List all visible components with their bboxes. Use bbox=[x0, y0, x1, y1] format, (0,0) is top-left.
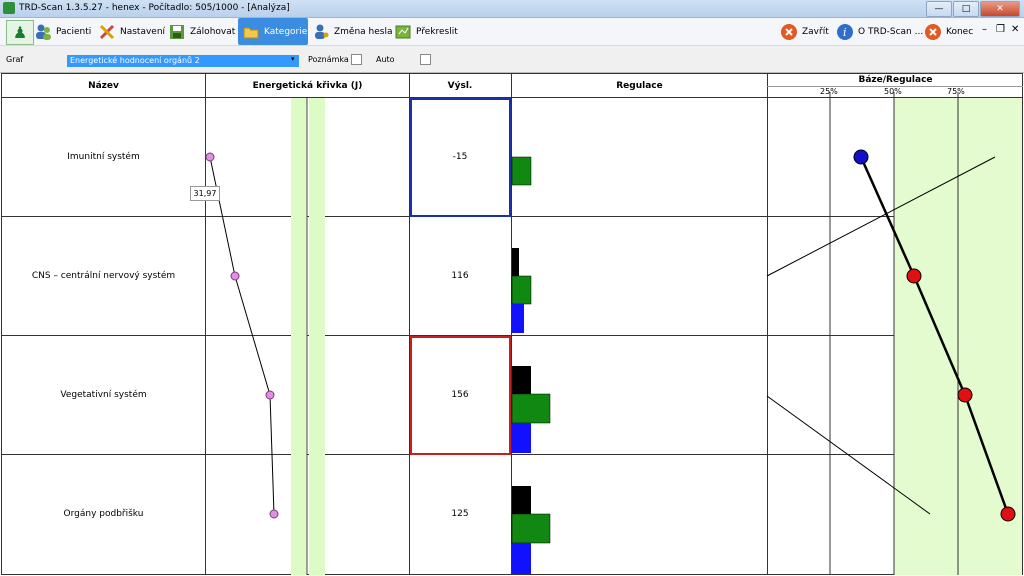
regulation-bar-green bbox=[511, 156, 532, 186]
base-point-red bbox=[957, 387, 973, 403]
regulation-bar-green bbox=[511, 513, 551, 544]
regulation-bar-blue bbox=[512, 543, 531, 574]
regulation-bar-black bbox=[512, 366, 531, 394]
regulation-bar-green bbox=[511, 393, 551, 424]
base-point-red bbox=[906, 268, 922, 284]
chart-graphics bbox=[205, 92, 1022, 575]
curve-band bbox=[309, 98, 325, 575]
value-tooltip: 31,97 bbox=[190, 186, 220, 201]
base-point-blue bbox=[853, 149, 869, 165]
regulation-bar-blue bbox=[512, 304, 524, 333]
regulation-bar-blue bbox=[512, 423, 531, 453]
curve-point bbox=[269, 509, 279, 519]
regulation-bar-black bbox=[512, 248, 519, 276]
curve-band bbox=[291, 98, 307, 575]
curve-point bbox=[230, 271, 240, 281]
regulation-bar-green bbox=[511, 275, 532, 305]
curve-point bbox=[265, 390, 275, 400]
base-point-red bbox=[1000, 506, 1016, 522]
curve-point bbox=[205, 152, 215, 162]
energy-curve-line bbox=[209, 156, 275, 515]
regulation-bar-black bbox=[512, 486, 531, 514]
